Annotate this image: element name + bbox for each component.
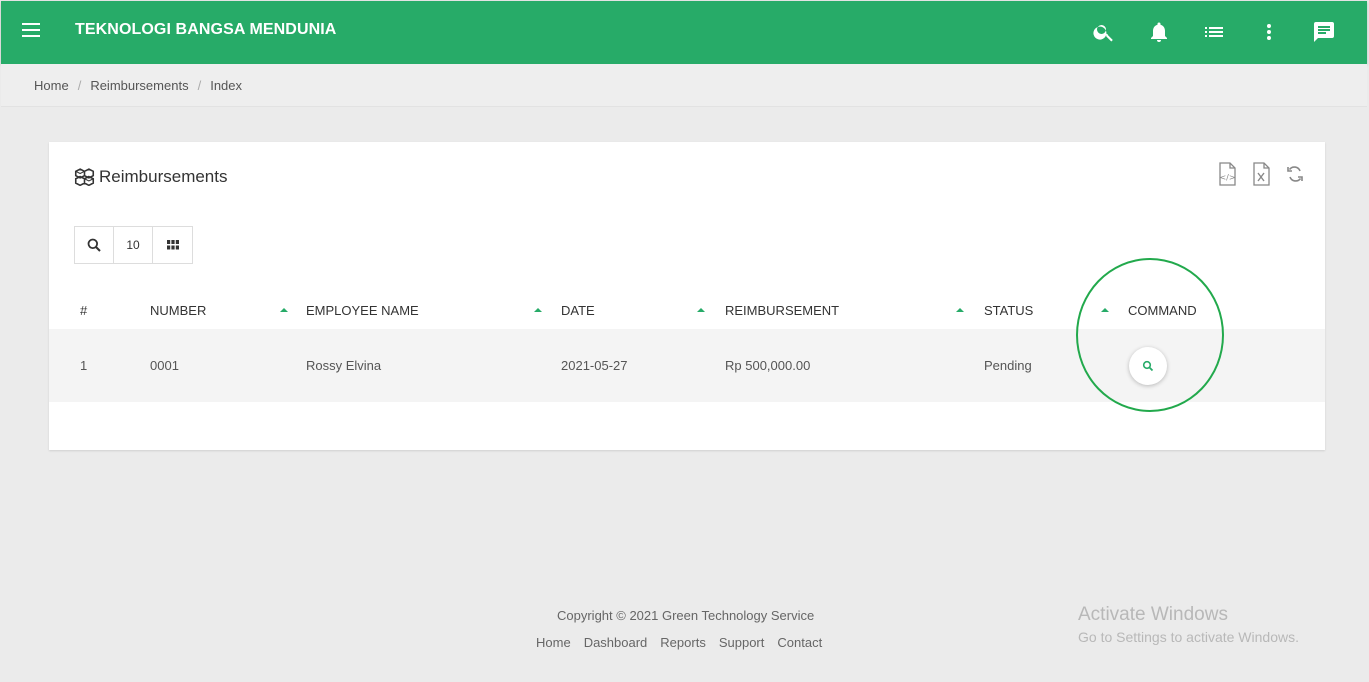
breadcrumb: Home / Reimbursements / Index [34,78,242,93]
card-title-text: Reimbursements [99,167,228,186]
grid-icon [166,240,179,250]
top-app-bar: TEKNOLOGI BANGSA MENDUNIA [1,1,1367,64]
menu-icon[interactable] [22,23,40,37]
breadcrumb-reimbursements[interactable]: Reimbursements [90,78,188,93]
column-header-index[interactable]: # [49,292,150,329]
cell-number: 0001 [150,329,306,402]
cell-index: 1 [49,329,150,402]
breadcrumb-home[interactable]: Home [34,78,69,93]
copyright-text: Copyright © 2021 Green Technology Servic… [557,608,815,623]
windows-activation-watermark: Activate Windows Go to Settings to activ… [1078,604,1299,645]
table-search-button[interactable] [75,227,114,263]
sort-asc-icon [1101,308,1109,312]
cell-status: Pending [984,329,1128,402]
table-header-row: # NUMBER EMPLOYEE NAME DATE REIMBURSEMEN… [49,292,1325,329]
breadcrumb-separator: / [77,78,82,93]
cubes-icon [74,168,95,186]
cell-employee-name: Rossy Elvina [306,329,561,402]
search-icon[interactable] [1092,20,1116,44]
sort-asc-icon [956,308,964,312]
footer-links: Home Dashboard Reports Support Contact [536,635,822,650]
footer-link-dashboard[interactable]: Dashboard [584,635,648,650]
list-icon[interactable] [1202,20,1226,44]
card-title: Reimbursements [74,167,228,187]
search-icon [87,238,101,252]
bell-icon[interactable] [1147,20,1171,44]
card-tools: </> [1217,162,1305,186]
column-header-number[interactable]: NUMBER [150,292,306,329]
column-header-date[interactable]: DATE [561,292,725,329]
sort-asc-icon [697,308,705,312]
chat-icon[interactable] [1312,20,1336,44]
export-pdf-icon[interactable]: </> [1217,162,1237,186]
breadcrumb-bar: Home / Reimbursements / Index [1,64,1367,107]
table-row: 1 0001 Rossy Elvina 2021-05-27 Rp 500,00… [49,329,1325,402]
cell-command [1128,329,1325,402]
page-size-button[interactable]: 10 [114,227,153,263]
footer-link-support[interactable]: Support [719,635,765,650]
cell-date: 2021-05-27 [561,329,725,402]
watermark-subtitle: Go to Settings to activate Windows. [1078,629,1299,645]
reimbursements-table: # NUMBER EMPLOYEE NAME DATE REIMBURSEMEN… [49,292,1325,402]
svg-text:</>: </> [1219,173,1235,182]
sort-asc-icon [534,308,542,312]
breadcrumb-separator: / [197,78,202,93]
export-excel-icon[interactable] [1251,162,1271,186]
footer-link-contact[interactable]: Contact [777,635,822,650]
reimbursements-card: Reimbursements </> 10 # NUMBER EMPLOYEE … [49,142,1325,450]
table-toolbar: 10 [74,226,193,264]
view-detail-button[interactable] [1129,346,1167,385]
column-header-status[interactable]: STATUS [984,292,1128,329]
column-header-command: COMMAND [1128,303,1197,318]
cell-reimbursement: Rp 500,000.00 [725,329,984,402]
breadcrumb-index: Index [210,78,243,93]
column-picker-button[interactable] [153,227,192,263]
more-vert-icon[interactable] [1257,20,1281,44]
app-title: TEKNOLOGI BANGSA MENDUNIA [75,21,337,38]
footer-link-home[interactable]: Home [536,635,571,650]
sort-asc-icon [280,308,288,312]
search-icon [1142,360,1154,371]
footer-link-reports[interactable]: Reports [660,635,706,650]
column-header-employee-name[interactable]: EMPLOYEE NAME [306,292,561,329]
column-header-reimbursement[interactable]: REIMBURSEMENT [725,292,984,329]
refresh-icon[interactable] [1285,162,1305,186]
watermark-title: Activate Windows [1078,604,1228,625]
